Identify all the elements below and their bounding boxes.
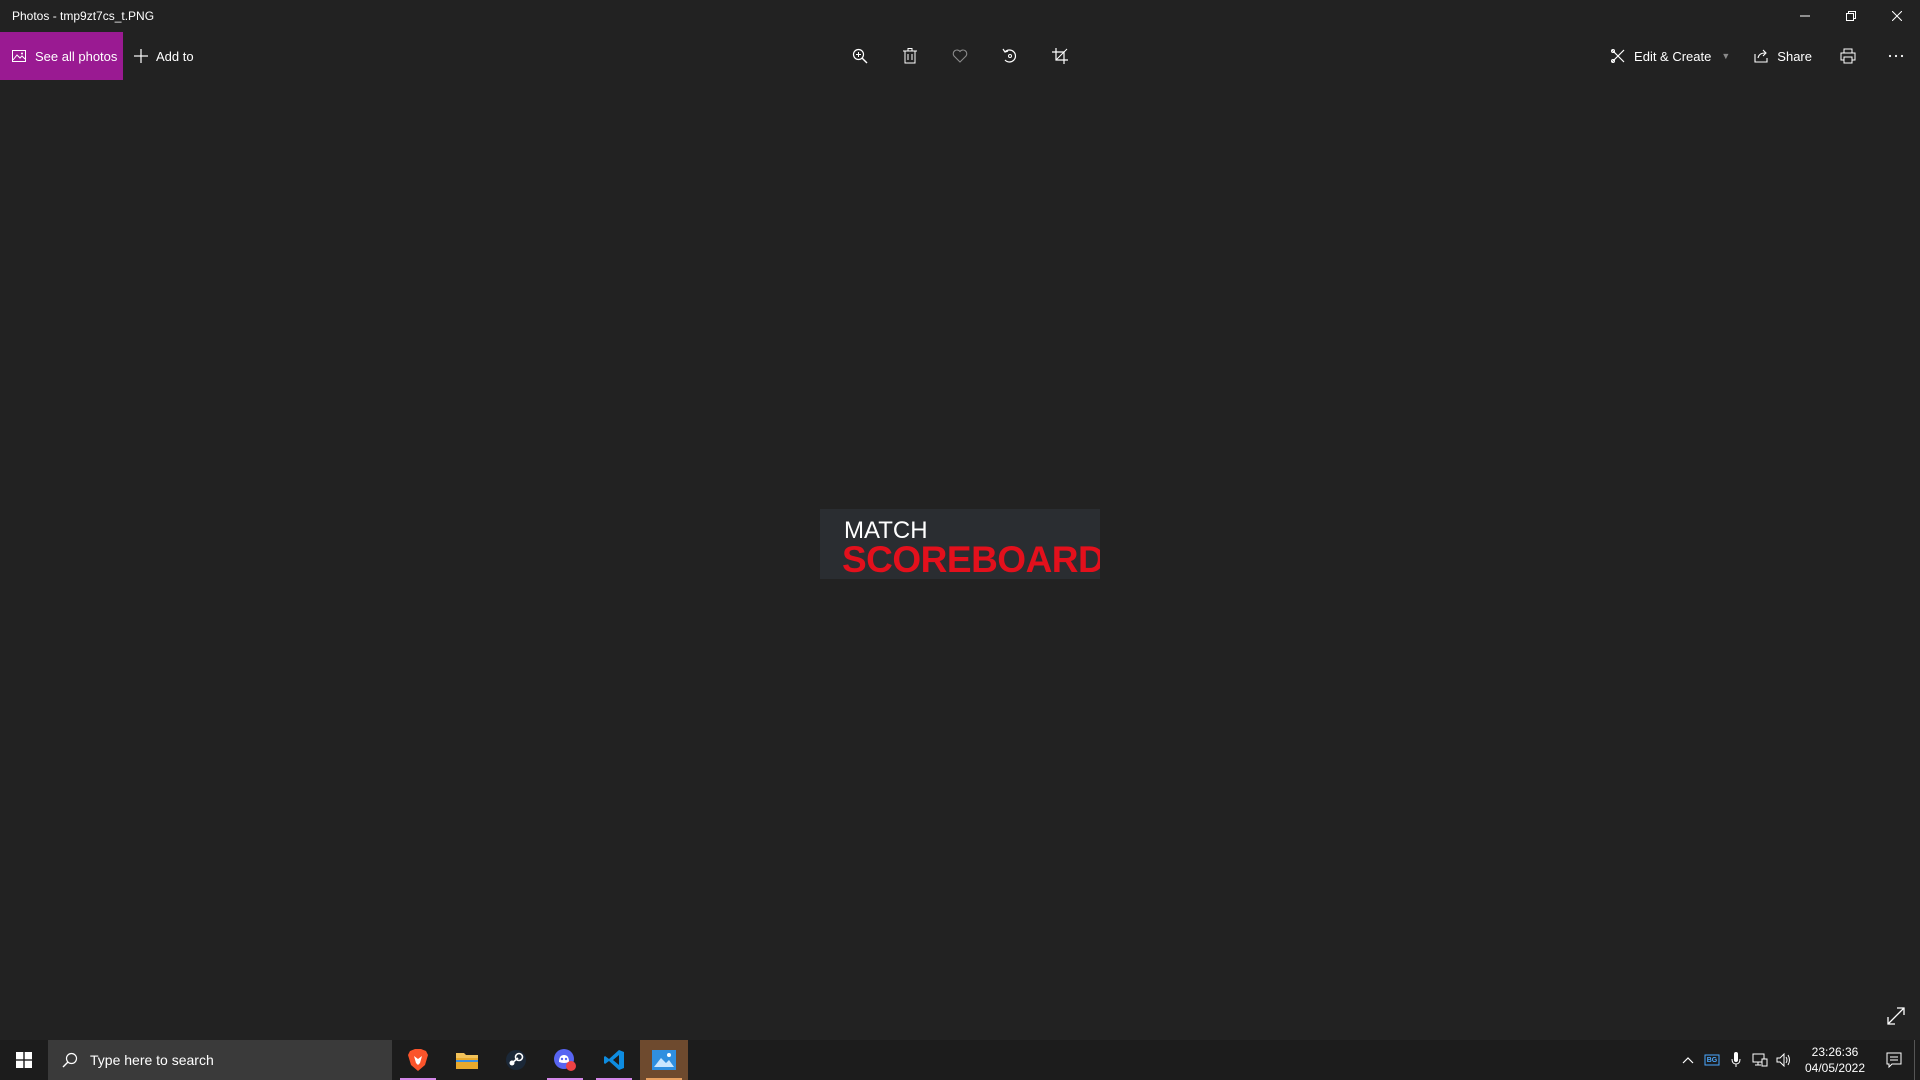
brave-icon xyxy=(408,1049,428,1071)
print-button[interactable] xyxy=(1824,32,1872,80)
see-all-photos-label: See all photos xyxy=(35,48,118,64)
fullscreen-button[interactable] xyxy=(1884,1004,1908,1028)
title-bar: Photos - tmp9zt7cs_t.PNG xyxy=(0,0,1920,32)
print-icon xyxy=(1840,48,1856,64)
vscode-icon xyxy=(604,1050,624,1070)
right-tools: Edit & Create ▼ Share xyxy=(1598,32,1920,80)
taskbar: Type here to search BG 23:26:36 04/05/20… xyxy=(0,1040,1920,1080)
steam-icon xyxy=(506,1050,526,1070)
zoom-icon xyxy=(852,48,868,64)
crop-button[interactable] xyxy=(1035,32,1085,80)
add-to-button[interactable]: Add to xyxy=(134,32,194,80)
network-icon xyxy=(1752,1053,1768,1067)
chevron-up-icon xyxy=(1682,1057,1694,1064)
action-center-button[interactable] xyxy=(1874,1040,1914,1080)
minimize-icon xyxy=(1800,15,1810,17)
crop-icon xyxy=(1052,48,1068,64)
delete-button[interactable] xyxy=(885,32,935,80)
minimize-button[interactable] xyxy=(1782,0,1828,32)
share-label: Share xyxy=(1777,48,1812,64)
delete-icon xyxy=(903,48,917,64)
more-icon xyxy=(1888,54,1904,58)
search-placeholder: Type here to search xyxy=(90,1052,214,1068)
photos-icon xyxy=(652,1050,676,1070)
close-button[interactable] xyxy=(1874,0,1920,32)
rotate-button[interactable] xyxy=(985,32,1035,80)
microphone-icon xyxy=(1731,1052,1741,1067)
restore-button[interactable] xyxy=(1828,0,1874,32)
clock-time: 23:26:36 xyxy=(1811,1045,1859,1059)
clock-date: 04/05/2022 xyxy=(1804,1061,1866,1075)
notification-icon xyxy=(1886,1052,1902,1068)
discord-icon xyxy=(554,1049,576,1071)
taskbar-photos[interactable] xyxy=(640,1040,688,1080)
taskbar-brave[interactable] xyxy=(394,1040,442,1080)
displayed-image: MATCH SCOREBOARD xyxy=(820,509,1100,579)
microphone-button[interactable] xyxy=(1724,1040,1748,1080)
window-controls xyxy=(1782,0,1920,32)
expand-icon xyxy=(1887,1007,1905,1025)
window-title: Photos - tmp9zt7cs_t.PNG xyxy=(12,9,155,23)
see-all-photos-button[interactable]: See all photos xyxy=(0,32,123,80)
share-icon xyxy=(1754,49,1769,63)
taskbar-steam[interactable] xyxy=(492,1040,540,1080)
zoom-button[interactable] xyxy=(835,32,885,80)
system-tray: BG 23:26:36 04/05/2022 xyxy=(1676,1040,1920,1080)
show-hidden-icons-button[interactable] xyxy=(1676,1040,1700,1080)
edit-create-button[interactable]: Edit & Create ▼ xyxy=(1598,32,1742,80)
taskbar-vscode[interactable] xyxy=(590,1040,638,1080)
start-button[interactable] xyxy=(0,1040,48,1080)
more-options-button[interactable] xyxy=(1872,32,1920,80)
taskbar-file-explorer[interactable] xyxy=(443,1040,491,1080)
taskbar-search[interactable]: Type here to search xyxy=(48,1040,392,1080)
share-button[interactable]: Share xyxy=(1742,32,1824,80)
photo-icon xyxy=(12,49,26,63)
image-text-scoreboard: SCOREBOARD xyxy=(842,539,1100,579)
clock[interactable]: 23:26:36 04/05/2022 xyxy=(1796,1044,1874,1076)
add-to-label: Add to xyxy=(156,48,194,64)
restore-icon xyxy=(1846,11,1856,21)
chevron-down-icon: ▼ xyxy=(1721,51,1731,61)
windows-icon xyxy=(16,1052,32,1068)
file-explorer-icon xyxy=(456,1053,478,1069)
tray-language-button[interactable]: BG xyxy=(1700,1040,1724,1080)
close-icon xyxy=(1892,11,1902,21)
taskbar-discord[interactable] xyxy=(541,1040,589,1080)
search-icon xyxy=(62,1052,78,1068)
center-tools xyxy=(835,32,1085,80)
volume-icon xyxy=(1776,1053,1790,1067)
rotate-icon xyxy=(1002,48,1016,63)
edit-create-icon xyxy=(1610,48,1626,64)
network-button[interactable] xyxy=(1748,1040,1772,1080)
favorite-button[interactable] xyxy=(935,32,985,80)
plus-icon xyxy=(134,49,148,63)
command-bar: See all photos Add to Edit & Create ▼ Sh… xyxy=(0,32,1920,80)
tray-language-label: BG xyxy=(1706,1056,1718,1064)
favorite-icon xyxy=(952,49,968,63)
volume-button[interactable] xyxy=(1772,1040,1796,1080)
edit-create-label: Edit & Create xyxy=(1634,48,1712,64)
